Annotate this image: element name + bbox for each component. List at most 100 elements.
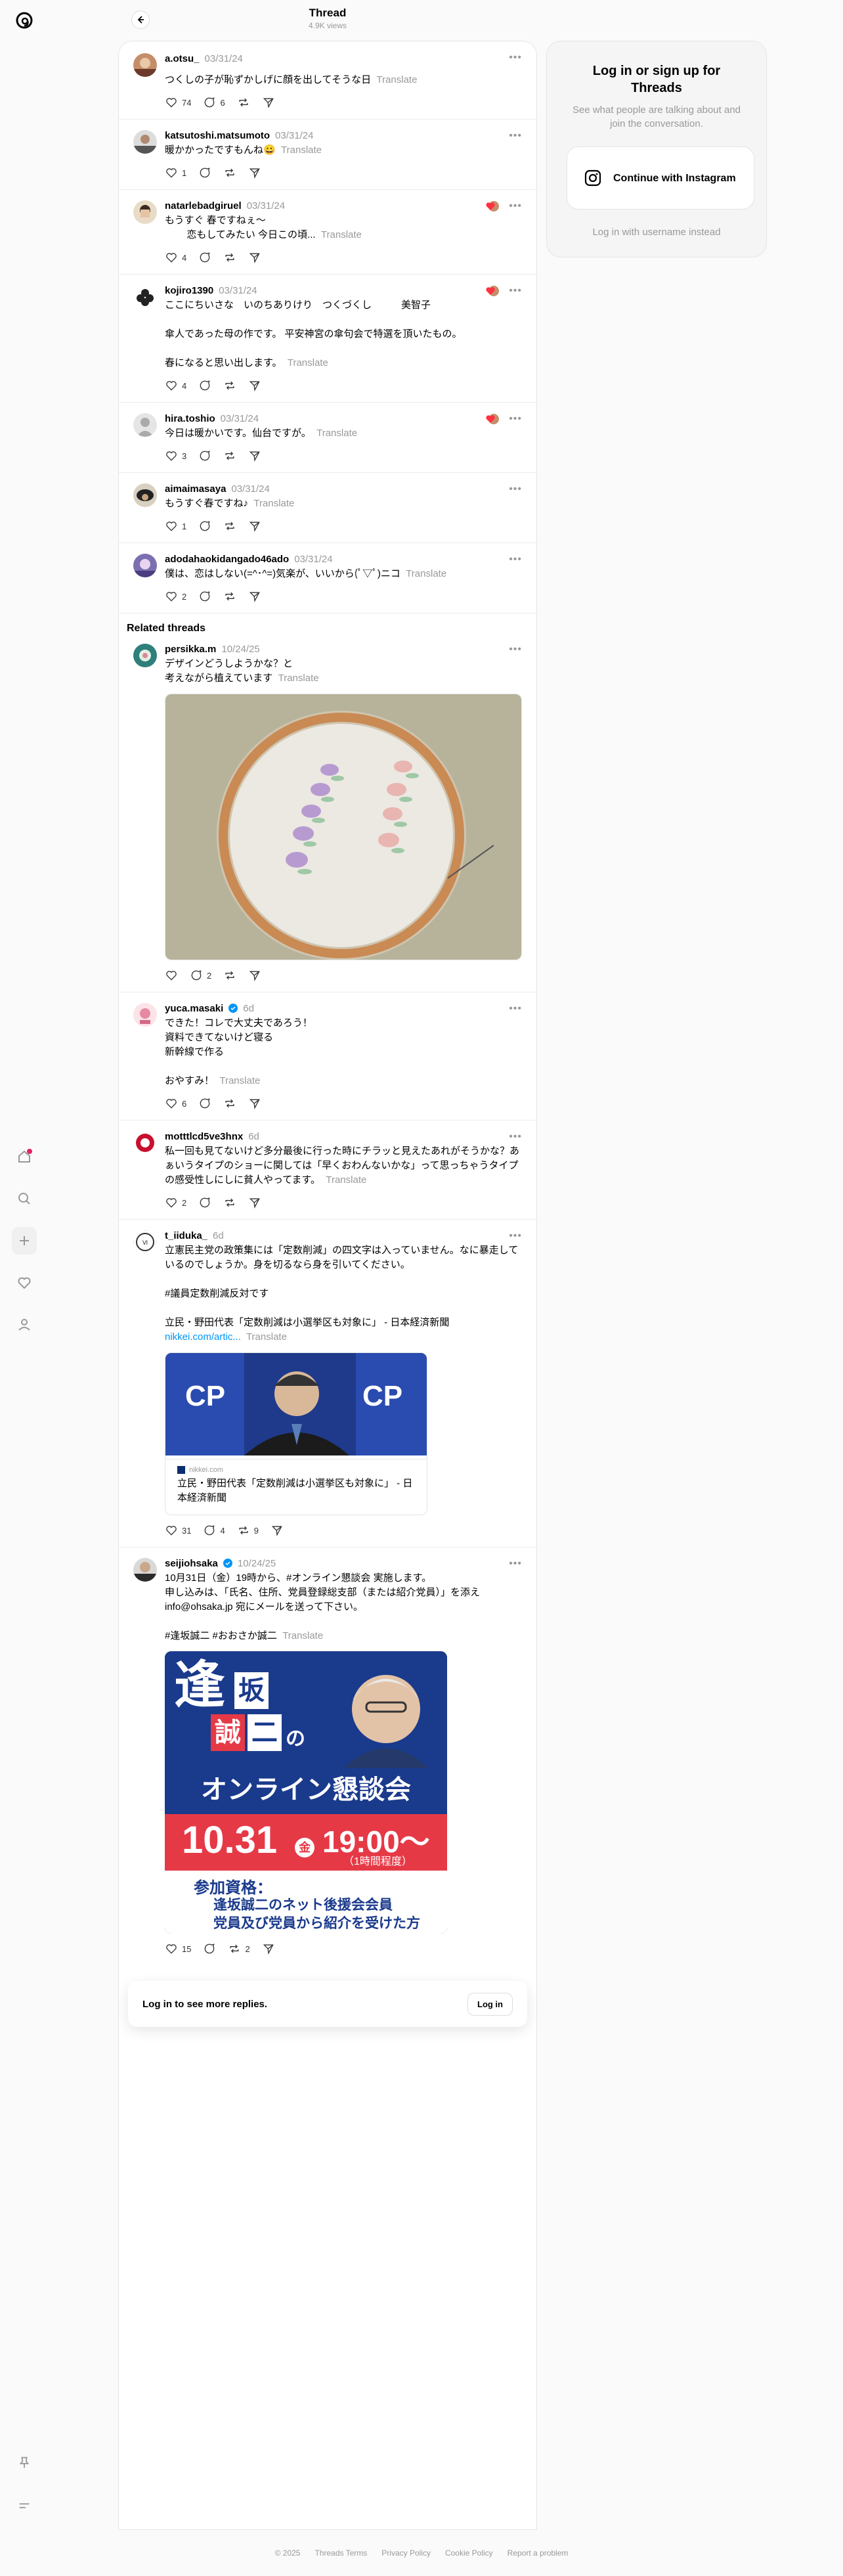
translate-link[interactable]: Translate	[288, 357, 328, 368]
avatar[interactable]	[133, 483, 157, 507]
repost-button[interactable]	[223, 166, 236, 179]
avatar[interactable]	[133, 554, 157, 577]
more-options-icon[interactable]: •••	[509, 413, 522, 425]
avatar[interactable]	[133, 1558, 157, 1582]
username[interactable]: katsutoshi.matsumoto	[165, 130, 270, 141]
repost-button[interactable]	[223, 449, 236, 462]
search-nav-button[interactable]	[12, 1185, 37, 1212]
footer-privacy-link[interactable]: Privacy Policy	[381, 2548, 431, 2558]
more-options-icon[interactable]: •••	[509, 1003, 522, 1015]
repost-button[interactable]: 9	[237, 1524, 259, 1537]
avatar[interactable]	[133, 130, 157, 154]
timestamp[interactable]: 03/31/24	[205, 53, 243, 64]
avatar[interactable]	[133, 1003, 157, 1027]
share-button[interactable]	[248, 251, 261, 264]
username[interactable]: natarlebadgiruel	[165, 200, 242, 211]
translate-link[interactable]: Translate	[246, 1331, 287, 1343]
like-button[interactable]: 1	[165, 166, 186, 179]
like-button[interactable]: 15	[165, 1942, 191, 1955]
timestamp[interactable]: 6d	[248, 1131, 259, 1142]
like-button[interactable]	[165, 969, 178, 982]
repost-button[interactable]	[223, 251, 236, 264]
reply-button[interactable]: 4	[203, 1524, 225, 1537]
continue-with-instagram-button[interactable]: Continue with Instagram	[567, 146, 754, 210]
translate-link[interactable]: Translate	[326, 1174, 366, 1186]
like-button[interactable]: 3	[165, 449, 186, 462]
username[interactable]: persikka.m	[165, 644, 216, 655]
share-button[interactable]	[248, 520, 261, 533]
repost-button[interactable]	[223, 1196, 236, 1209]
article-link[interactable]: nikkei.com/artic...	[165, 1331, 241, 1343]
menu-nav-button[interactable]	[12, 2492, 37, 2520]
more-options-icon[interactable]: •••	[509, 1558, 522, 1570]
more-options-icon[interactable]: •••	[509, 1230, 522, 1242]
timestamp[interactable]: 03/31/24	[231, 483, 269, 495]
timestamp[interactable]: 03/31/24	[275, 130, 313, 141]
like-button[interactable]: 2	[165, 1196, 186, 1209]
share-button[interactable]	[248, 1097, 261, 1110]
timestamp[interactable]: 03/31/24	[219, 285, 257, 296]
home-nav-button[interactable]	[12, 1143, 37, 1170]
avatar[interactable]: Ⅵ	[133, 1230, 157, 1254]
threads-logo-icon[interactable]	[12, 8, 37, 33]
embroidery-photo[interactable]	[165, 694, 522, 960]
translate-link[interactable]: Translate	[321, 229, 362, 240]
repost-button[interactable]	[223, 590, 236, 603]
login-username-link[interactable]: Log in with username instead	[567, 227, 746, 238]
event-poster-image[interactable]: 逢 坂 誠 二 の オンライン懇談会 10.31 金 19:00〜 （1時間程度…	[165, 1651, 447, 1934]
translate-link[interactable]: Translate	[406, 568, 446, 579]
like-button[interactable]: 31	[165, 1524, 191, 1537]
more-options-icon[interactable]: •••	[509, 1131, 522, 1143]
timestamp[interactable]: 10/24/25	[238, 1558, 276, 1569]
repost-button[interactable]: 2	[228, 1942, 250, 1955]
like-button[interactable]: 2	[165, 590, 186, 603]
avatar[interactable]	[133, 413, 157, 437]
share-button[interactable]	[248, 590, 261, 603]
login-button[interactable]: Log in	[467, 1992, 513, 2016]
share-button[interactable]	[270, 1524, 284, 1537]
timestamp[interactable]: 03/31/24	[247, 200, 285, 211]
profile-nav-button[interactable]	[12, 1311, 37, 1339]
activity-nav-button[interactable]	[12, 1269, 37, 1297]
reply-button[interactable]: 2	[190, 969, 211, 982]
more-options-icon[interactable]: •••	[509, 285, 522, 297]
timestamp[interactable]: 10/24/25	[221, 644, 259, 655]
avatar[interactable]	[133, 285, 157, 309]
username[interactable]: a.otsu_	[165, 53, 200, 64]
more-options-icon[interactable]: •••	[509, 130, 522, 142]
username[interactable]: aimaimasaya	[165, 483, 226, 495]
reply-button[interactable]	[198, 520, 211, 533]
translate-link[interactable]: Translate	[316, 428, 357, 439]
like-button[interactable]: 74	[165, 96, 191, 109]
repost-button[interactable]	[237, 96, 250, 109]
translate-link[interactable]: Translate	[282, 1630, 323, 1641]
reply-button[interactable]	[198, 166, 211, 179]
repost-button[interactable]	[223, 520, 236, 533]
avatar[interactable]	[133, 200, 157, 224]
translate-link[interactable]: Translate	[219, 1075, 260, 1086]
username[interactable]: yuca.masaki	[165, 1003, 223, 1014]
repost-button[interactable]	[223, 1097, 236, 1110]
pin-nav-button[interactable]	[12, 2449, 37, 2476]
reply-button[interactable]	[198, 379, 211, 392]
share-button[interactable]	[248, 379, 261, 392]
timestamp[interactable]: 03/31/24	[294, 554, 332, 565]
username[interactable]: kojiro1390	[165, 285, 213, 296]
share-button[interactable]	[248, 969, 261, 982]
reply-button[interactable]	[198, 1196, 211, 1209]
like-button[interactable]: 6	[165, 1097, 186, 1110]
username[interactable]: t_iiduka_	[165, 1230, 207, 1241]
avatar[interactable]	[133, 53, 157, 77]
like-button[interactable]: 1	[165, 520, 186, 533]
reply-button[interactable]	[198, 1097, 211, 1110]
like-button[interactable]: 4	[165, 379, 186, 392]
share-button[interactable]	[262, 96, 275, 109]
timestamp[interactable]: 03/31/24	[221, 413, 259, 424]
username[interactable]: seijiohsaka	[165, 1558, 218, 1569]
timestamp[interactable]: 6d	[213, 1230, 224, 1241]
username[interactable]: hira.toshio	[165, 413, 215, 424]
username[interactable]: motttlcd5ve3hnx	[165, 1131, 243, 1142]
timestamp[interactable]: 6d	[243, 1003, 254, 1014]
share-button[interactable]	[248, 1196, 261, 1209]
repost-button[interactable]	[223, 969, 236, 982]
